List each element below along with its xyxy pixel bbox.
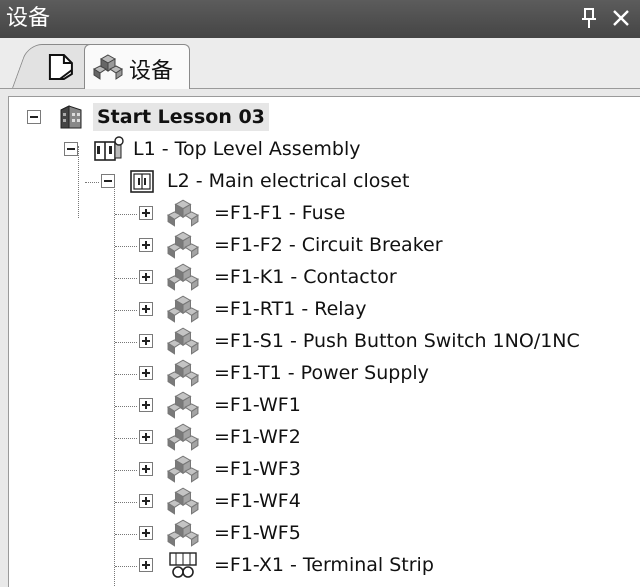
expand-toggle[interactable] [139,398,153,412]
tree-connector [115,342,137,343]
tree-node-device[interactable]: =F1-T1 - Power Supply [9,357,640,389]
device-icon [167,294,199,323]
device-icon [167,326,199,355]
tree-connector [115,438,137,439]
tree-node-label: =F1-WF4 [214,490,301,512]
tree-node-level2[interactable]: L2 - Main electrical closet [9,165,640,197]
close-button[interactable] [608,2,634,34]
collapse-toggle[interactable] [27,110,41,124]
tree-connector [115,406,137,407]
terminal-strip-icon [167,550,197,578]
tree-node-device[interactable]: =F1-K1 - Contactor [9,261,640,293]
tree-node-device[interactable]: =F1-WF5 [9,517,640,549]
tree-node-device[interactable]: =F1-WF2 [9,421,640,453]
expand-toggle[interactable] [139,302,153,316]
collapse-toggle[interactable] [101,174,115,188]
tree-node-device[interactable]: =F1-RT1 - Relay [9,293,640,325]
tab-devices[interactable]: 设备 [84,44,190,89]
tree-node-label: =F1-WF2 [214,426,301,448]
tree-node-label: =F1-WF5 [214,522,301,544]
page-icon [48,54,73,80]
device-icon [93,53,123,85]
tree-node-label: =F1-F1 - Fuse [214,202,346,224]
expand-toggle[interactable] [139,462,153,476]
tree-node-label: =F1-WF1 [214,394,301,416]
tree-node-level1[interactable]: L1 - Top Level Assembly [9,133,640,165]
tree-node-label: =F1-F2 - Circuit Breaker [214,234,443,256]
tree-node-label: Start Lesson 03 [93,103,269,131]
expand-toggle[interactable] [139,494,153,508]
tree-node-label: L1 - Top Level Assembly [133,138,361,160]
tree-node-device[interactable]: =F1-WF4 [9,485,640,517]
tree-connector [115,470,137,471]
device-tree[interactable]: Start Lesson 03 L1 - Top Level Assembly [8,96,640,587]
expand-toggle[interactable] [139,334,153,348]
tab-devices-label: 设备 [129,59,174,84]
tree-node-label: L2 - Main electrical closet [167,170,410,192]
pin-icon [582,8,596,28]
tree-connector [115,310,137,311]
expand-toggle[interactable] [139,558,153,572]
pin-button[interactable] [576,2,602,34]
expand-toggle[interactable] [139,238,153,252]
device-icon [167,390,199,419]
expand-toggle[interactable] [139,430,153,444]
panel-title: 设备 [6,6,51,31]
expand-toggle[interactable] [139,206,153,220]
tree-node-device[interactable]: =F1-F2 - Circuit Breaker [9,229,640,261]
tree-node-label: =F1-T1 - Power Supply [214,362,429,384]
tree-node-device[interactable]: =F1-S1 - Push Button Switch 1NO/1NC [9,325,640,357]
close-icon [613,10,629,26]
tree-connector [115,566,137,567]
device-icon [167,454,199,483]
building-icon [57,104,85,130]
device-icon [167,198,199,227]
tree-node-device[interactable]: =F1-WF3 [9,453,640,485]
tree-node-device[interactable]: =F1-WF1 [9,389,640,421]
tree-node-label: =F1-RT1 - Relay [214,298,367,320]
device-icon [167,230,199,259]
device-icon [167,358,199,387]
tree-connector [115,214,137,215]
tree-connector [115,534,137,535]
tree-node-label: =F1-S1 - Push Button Switch 1NO/1NC [214,330,580,352]
device-icon [167,422,199,451]
tab-strip: 设备 [0,38,640,89]
tree-node-root[interactable]: Start Lesson 03 [9,101,640,133]
tree-connector [115,246,137,247]
tree-connector [115,374,137,375]
device-icon [167,262,199,291]
tree-connector [115,278,137,279]
tree-node-device[interactable]: =F1-X1 - Terminal Strip [9,549,640,581]
expand-toggle[interactable] [139,526,153,540]
closet-icon [129,168,157,194]
assembly-icon [93,136,124,162]
tree-connector [115,502,137,503]
tree-node-device[interactable]: =F1-F1 - Fuse [9,197,640,229]
tree-node-label: =F1-K1 - Contactor [214,266,397,288]
tree-node-label: =F1-X1 - Terminal Strip [214,554,434,576]
expand-toggle[interactable] [139,270,153,284]
panel-titlebar: 设备 [0,0,640,38]
tree-connector [85,182,99,183]
device-icon [167,518,199,547]
tree-node-label: =F1-WF3 [214,458,301,480]
device-icon [167,486,199,515]
expand-toggle[interactable] [139,366,153,380]
collapse-toggle[interactable] [64,142,78,156]
